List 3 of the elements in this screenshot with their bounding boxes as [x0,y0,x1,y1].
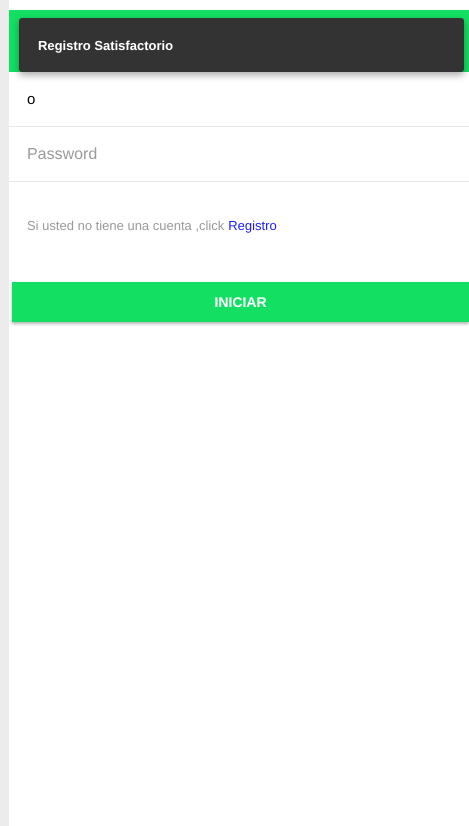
register-link[interactable]: Registro [228,218,277,233]
toast-message: Registro Satisfactorio [19,18,464,72]
register-hint: Si usted no tiene una cuenta ,click [27,218,224,233]
